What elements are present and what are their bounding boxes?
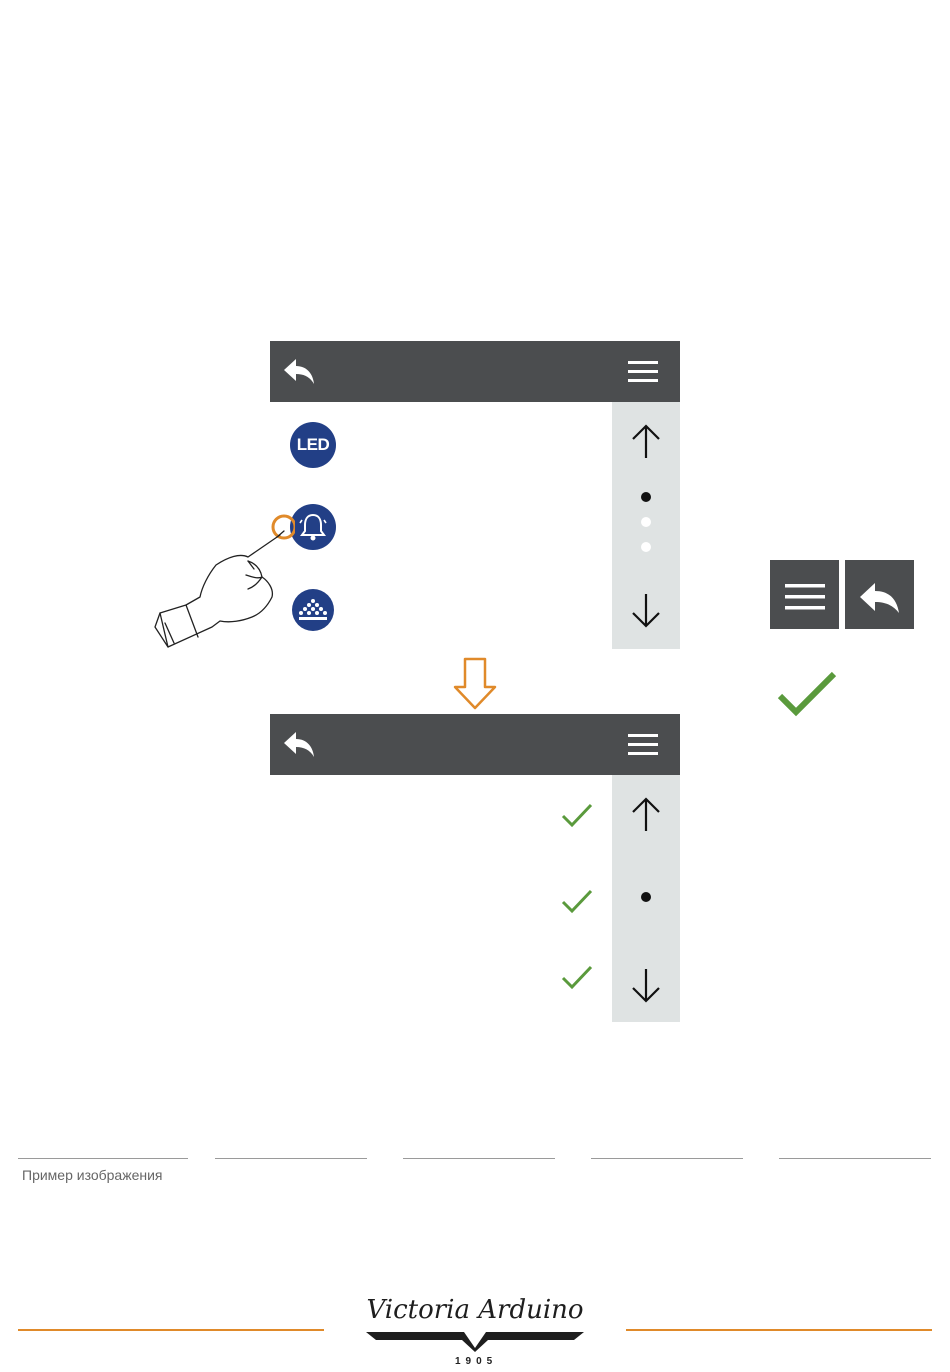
screen-after [270,714,680,1024]
legend-menu-button [770,560,839,629]
divider [591,1158,743,1159]
divider [215,1158,367,1159]
scrollbar [612,402,680,649]
divider [18,1158,188,1159]
brand-logo-text: Victoria Arduino [366,1295,583,1325]
hand-pointer-icon [154,514,295,648]
back-arrow-icon[interactable] [282,355,316,387]
bell-icon [290,504,336,550]
hamburger-menu-icon [785,584,825,610]
legend-check-icon [777,671,837,717]
list-item[interactable] [270,775,612,860]
scrollbar [612,775,680,1022]
page-dot-active [641,892,651,902]
image-caption: Пример изображения [22,1167,163,1183]
list-item-alarm[interactable] [270,485,612,570]
hamburger-menu-icon[interactable] [626,732,660,758]
page-dot [641,517,651,527]
cup-warmer-icon [292,589,334,631]
list-item-cup-warmer[interactable] [270,568,612,651]
led-icon-label: LED [296,435,330,454]
list-item[interactable] [270,858,612,943]
back-arrow-icon[interactable] [282,728,316,760]
check-icon [560,801,594,829]
page-dot-active [641,492,651,502]
arrow-down-icon[interactable] [629,590,663,630]
top-bar [270,714,680,775]
arrow-down-icon[interactable] [629,965,663,1005]
check-icon [560,963,594,991]
back-arrow-icon [860,583,899,613]
footer-line-left [18,1329,324,1331]
screen-before: LED [270,341,680,651]
list-item[interactable] [270,941,612,1024]
transition-arrow-icon [453,657,497,710]
led-icon: LED [290,422,336,468]
arrow-up-icon[interactable] [629,422,663,462]
legend-back-button [845,560,914,629]
page-dot [641,542,651,552]
check-icon [560,887,594,915]
hamburger-menu-icon[interactable] [626,359,660,385]
brand-logo: Victoria Arduino [366,1295,584,1352]
brand-year: 1905 [455,1356,498,1367]
list-item-led[interactable]: LED [270,402,612,487]
arrow-up-icon[interactable] [629,795,663,835]
top-bar [270,341,680,402]
divider [403,1158,555,1159]
footer-line-right [626,1329,932,1331]
divider [779,1158,931,1159]
